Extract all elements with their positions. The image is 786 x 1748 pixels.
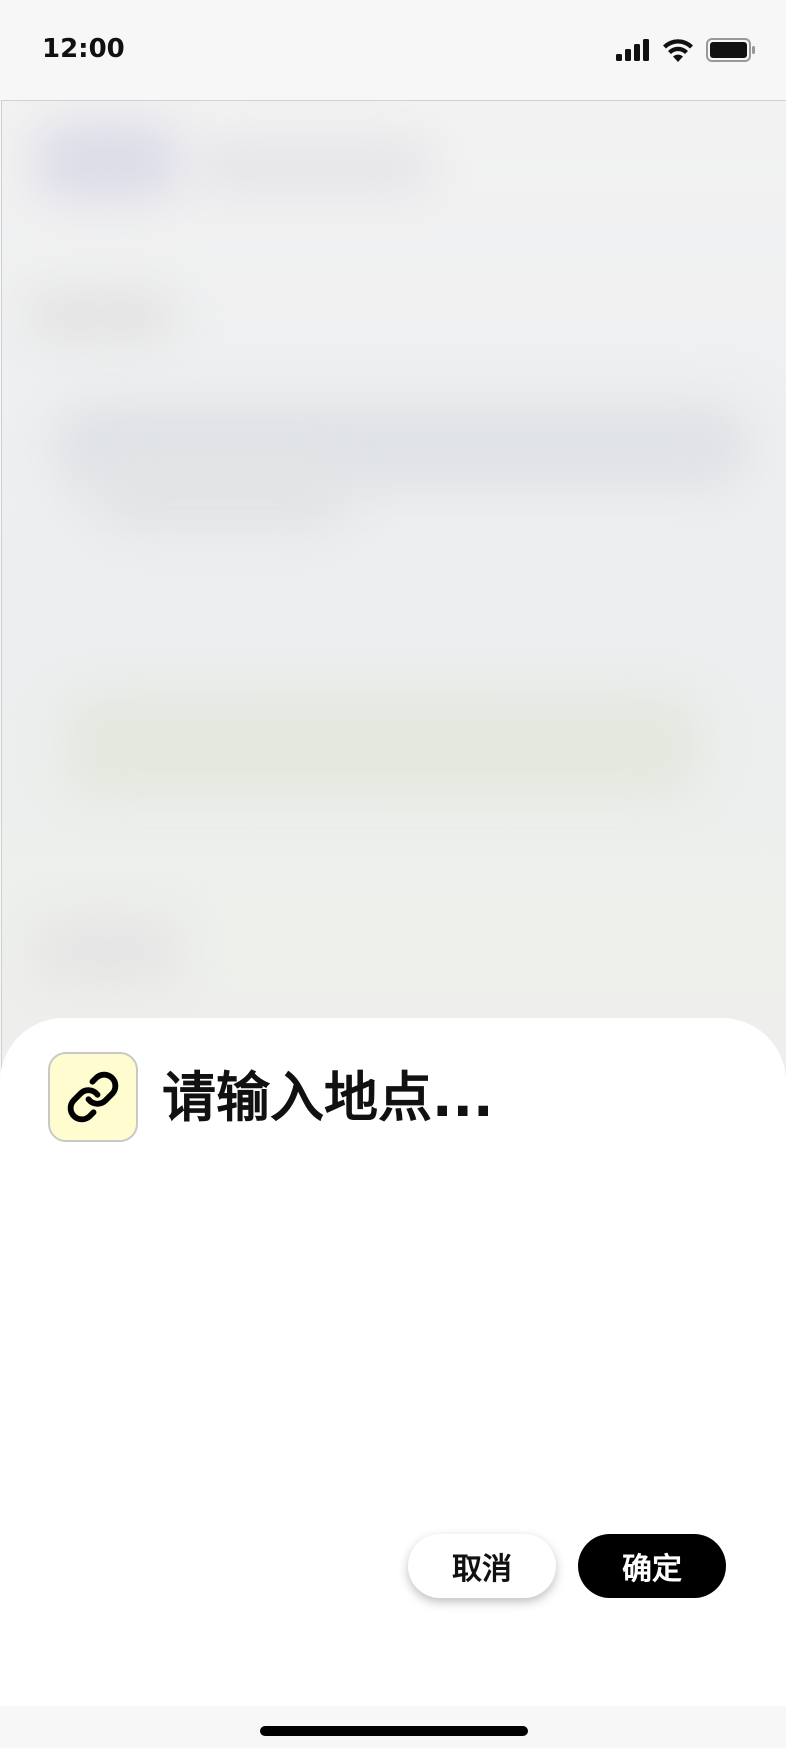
bottom-sheet: 请输入地点... 取消 确定 [0,1018,786,1706]
wifi-icon [663,39,693,62]
blurred-shape [192,141,432,191]
blurred-shape [62,691,702,801]
blurred-shape [32,921,182,981]
blurred-background [1,100,786,1102]
blurred-shape [27,291,177,341]
link-icon [67,1071,119,1123]
status-icons [616,38,756,62]
battery-icon [706,38,755,62]
blurred-shape [32,121,182,201]
status-time: 12:00 [42,34,125,64]
sheet-icon-tile [48,1052,138,1142]
confirm-button[interactable]: 确定 [578,1534,726,1598]
cellular-signal-icon [616,39,649,61]
home-indicator[interactable] [260,1726,528,1736]
location-input-prompt[interactable]: 请输入地点... [162,1068,494,1128]
home-indicator-area [0,1706,786,1748]
blurred-shape [92,461,352,531]
status-bar: 12:00 [0,0,786,100]
cancel-button[interactable]: 取消 [408,1534,556,1598]
